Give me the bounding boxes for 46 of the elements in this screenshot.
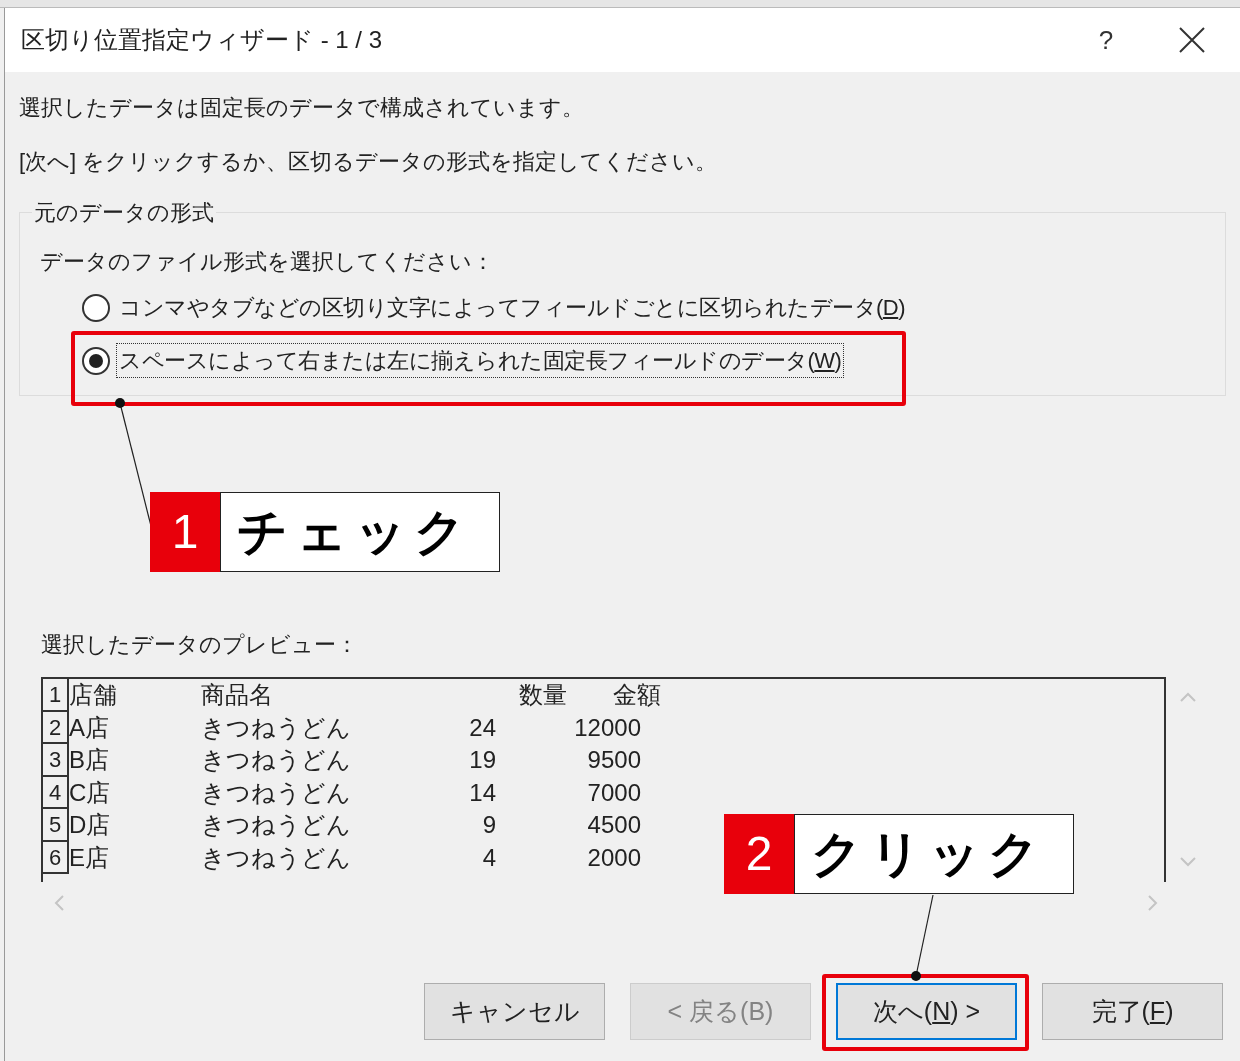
callout-label: クリック xyxy=(794,814,1074,894)
preview-cell-text: C店 xyxy=(69,777,112,808)
preview-cell-text: 4 xyxy=(481,842,496,873)
preview-cell-text: 24 xyxy=(468,712,496,743)
preview-cell-text: 9500 xyxy=(586,745,641,775)
radio-label[interactable]: コンマやタブなどの区切り文字によってフィールドごとに区切られたデータ(D) xyxy=(116,290,909,325)
help-button[interactable]: ? xyxy=(1086,20,1126,60)
dialog-button[interactable]: 次へ(N) > xyxy=(836,983,1017,1040)
step-number: 2 xyxy=(724,814,794,894)
row-number: 2 xyxy=(43,711,69,744)
preview-label: 選択したデータのプレビュー： xyxy=(41,631,359,659)
row-number: 3 xyxy=(43,744,69,777)
preview-cell-text: きつねうどん xyxy=(201,712,352,743)
row-number: 6 xyxy=(43,841,69,874)
preview-cell-text: 7000 xyxy=(586,777,641,808)
preview-cell-text: 4500 xyxy=(586,810,641,840)
dialog-button[interactable]: キャンセル xyxy=(424,983,605,1040)
dialog-button[interactable]: 完了(F) xyxy=(1042,983,1223,1040)
preview-cell-text: 2000 xyxy=(586,842,641,873)
radio-label[interactable]: スペースによって右または左に揃えられた固定長フィールドのデータ(W) xyxy=(116,343,845,378)
preview-cell-text: きつねうどん xyxy=(201,810,352,840)
row-number: 1 xyxy=(43,679,69,712)
row-number: 5 xyxy=(43,809,69,842)
preview-cell-text: 商品名 xyxy=(201,680,274,710)
preview-cell-text: 9 xyxy=(481,810,496,840)
step-number: 1 xyxy=(150,492,220,572)
group-legend: 元のデータの形式 xyxy=(32,196,216,229)
instruction-text: [次へ] をクリックするか、区切るデータの形式を指定してください。 xyxy=(19,148,719,176)
preview-cell-text: きつねうどん xyxy=(201,842,352,873)
preview-cell-text: E店 xyxy=(69,842,110,873)
preview-cell-text: 12000 xyxy=(573,712,641,743)
row-number: 4 xyxy=(43,776,69,809)
preview-cell-text: 数量 xyxy=(519,680,568,710)
preview-cell-text: B店 xyxy=(69,745,110,775)
preview-cell-text: 14 xyxy=(468,777,496,808)
preview-cell-text: 店舗 xyxy=(69,680,118,710)
preview-cell-text: 金額 xyxy=(613,680,662,710)
format-prompt: データのファイル形式を選択してください： xyxy=(40,248,495,276)
callout-label: チェック xyxy=(220,492,500,572)
window-title: 区切り位置指定ウィザード - 1 / 3 xyxy=(21,25,383,55)
preview-cell-text: きつねうどん xyxy=(201,777,352,808)
instruction-text: 選択したデータは固定長のデータで構成されています。 xyxy=(19,94,585,122)
preview-cell-text: D店 xyxy=(69,810,112,840)
preview-cell-text: 19 xyxy=(468,745,496,775)
preview-cell-text: きつねうどん xyxy=(201,745,352,775)
preview-cell-text: A店 xyxy=(69,712,110,743)
